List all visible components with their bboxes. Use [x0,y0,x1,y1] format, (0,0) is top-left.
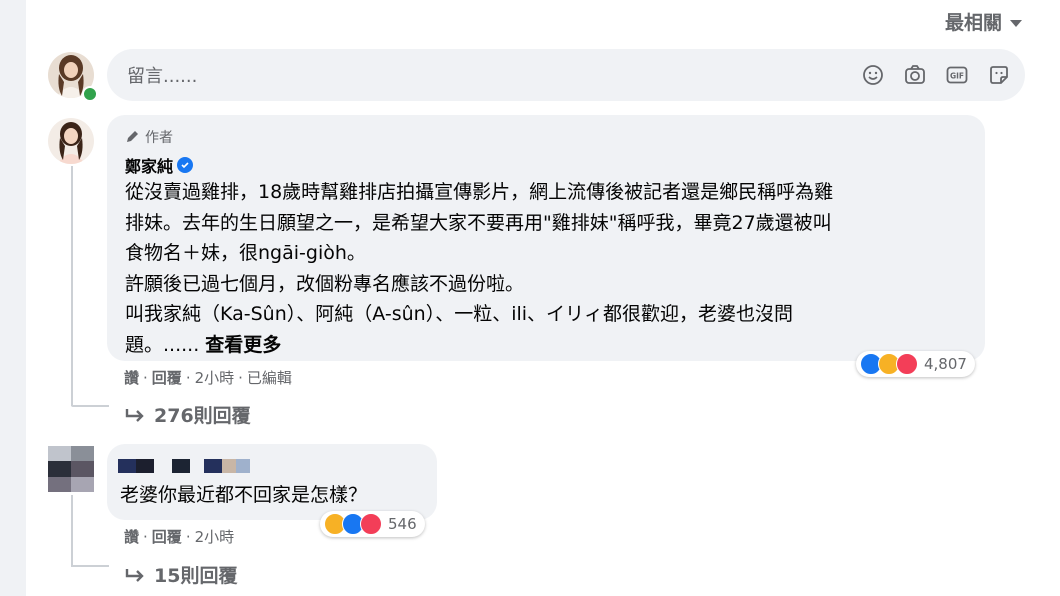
verified-badge-icon [177,157,194,173]
thread-connector [71,495,73,566]
comment-bubble-author: 作者 鄭家純 從沒賣過雞排，18歲時幫雞排店拍攝宣傳影片，網上流傳後被記者還是鄉… [107,115,985,361]
reactions-summary[interactable]: 546 [320,511,425,537]
reply-arrow-icon [125,408,144,422]
reply-arrow-icon [125,568,144,582]
comment-composer[interactable]: GIF [107,49,1025,101]
comment-sort-dropdown[interactable]: 最相關 [945,8,1022,35]
love-reaction-icon [896,353,918,375]
view-replies-link[interactable]: 276則回覆 [124,401,251,428]
timestamp[interactable]: 2小時 [195,367,235,388]
love-reaction-icon [360,513,382,535]
commenter-name-censored[interactable] [118,459,250,473]
replies-count-label[interactable]: 276則回覆 [154,401,251,428]
sort-label: 最相關 [944,12,1002,34]
commenter-name-text[interactable]: 鄭家純 [125,153,173,177]
page-left-edge [0,0,26,596]
author-avatar[interactable] [48,118,94,164]
reaction-count: 4,807 [924,355,967,373]
reactions-summary[interactable]: 4,807 [856,351,975,377]
comment-line: 許願後已過七個月，改個粉專名應該不過份啦。 [125,272,525,295]
comment-actions: 讚 · 回覆 · 2小時 · 已編輯 [124,367,292,388]
thread-connector [71,166,73,406]
edited-label[interactable]: 已編輯 [247,367,292,388]
gif-icon[interactable]: GIF [945,63,969,87]
like-button[interactable]: 讚 [124,367,139,388]
see-more-link[interactable]: 查看更多 [205,334,281,356]
comment-input[interactable] [125,60,809,92]
comment-actions: 讚 · 回覆 · 2小時 [124,526,235,547]
reaction-count: 546 [388,515,417,533]
reply-button[interactable]: 回覆 [152,526,182,547]
comment-text: 老婆你最近都不回家是怎樣？ [120,480,367,511]
commenter-avatar-censored[interactable] [48,446,94,492]
comment-line: 從沒賣過雞排，18歲時幫雞排店拍攝宣傳影片，網上流傳後被記者還是鄉民稱呼為雞 [125,181,834,203]
thread-connector [71,565,109,567]
comment-line: 題。...... [125,333,200,356]
view-replies-link[interactable]: 15則回覆 [124,561,237,588]
comment-line: 食物名＋妹，很ngāi-giòh。 [125,242,366,264]
comment-line: 叫我家純（Ka-Sûn）、阿純（A-sûn）、一粒、ili、イリィ都很歡迎，老婆… [125,303,794,325]
pencil-icon [127,131,138,142]
svg-text:GIF: GIF [950,72,964,81]
camera-icon[interactable] [903,63,927,87]
sticker-icon[interactable] [987,63,1011,87]
comment-line: 排妹。去年的生日願望之一，是希望大家不要再用"雞排妹"稱呼我，畢竟27歲還被叫 [125,211,832,234]
like-button[interactable]: 讚 [124,526,139,547]
commenter-name[interactable]: 鄭家純 [125,153,194,177]
timestamp[interactable]: 2小時 [195,526,235,547]
reply-button[interactable]: 回覆 [152,367,182,388]
composer-tools: GIF [861,63,1011,87]
chevron-down-icon [1010,19,1022,27]
author-badge-label: 作者 [145,130,173,146]
author-badge: 作者 [125,127,173,147]
replies-count-label[interactable]: 15則回覆 [154,561,237,588]
emoji-icon[interactable] [861,63,885,87]
comment-text: 從沒賣過雞排，18歲時幫雞排店拍攝宣傳影片，網上流傳後被記者還是鄉民稱呼為雞 排… [125,177,833,360]
thread-connector [71,405,109,407]
comment-line: 老婆你最近都不回家是怎樣？ [120,484,368,506]
online-status-indicator [82,86,98,102]
